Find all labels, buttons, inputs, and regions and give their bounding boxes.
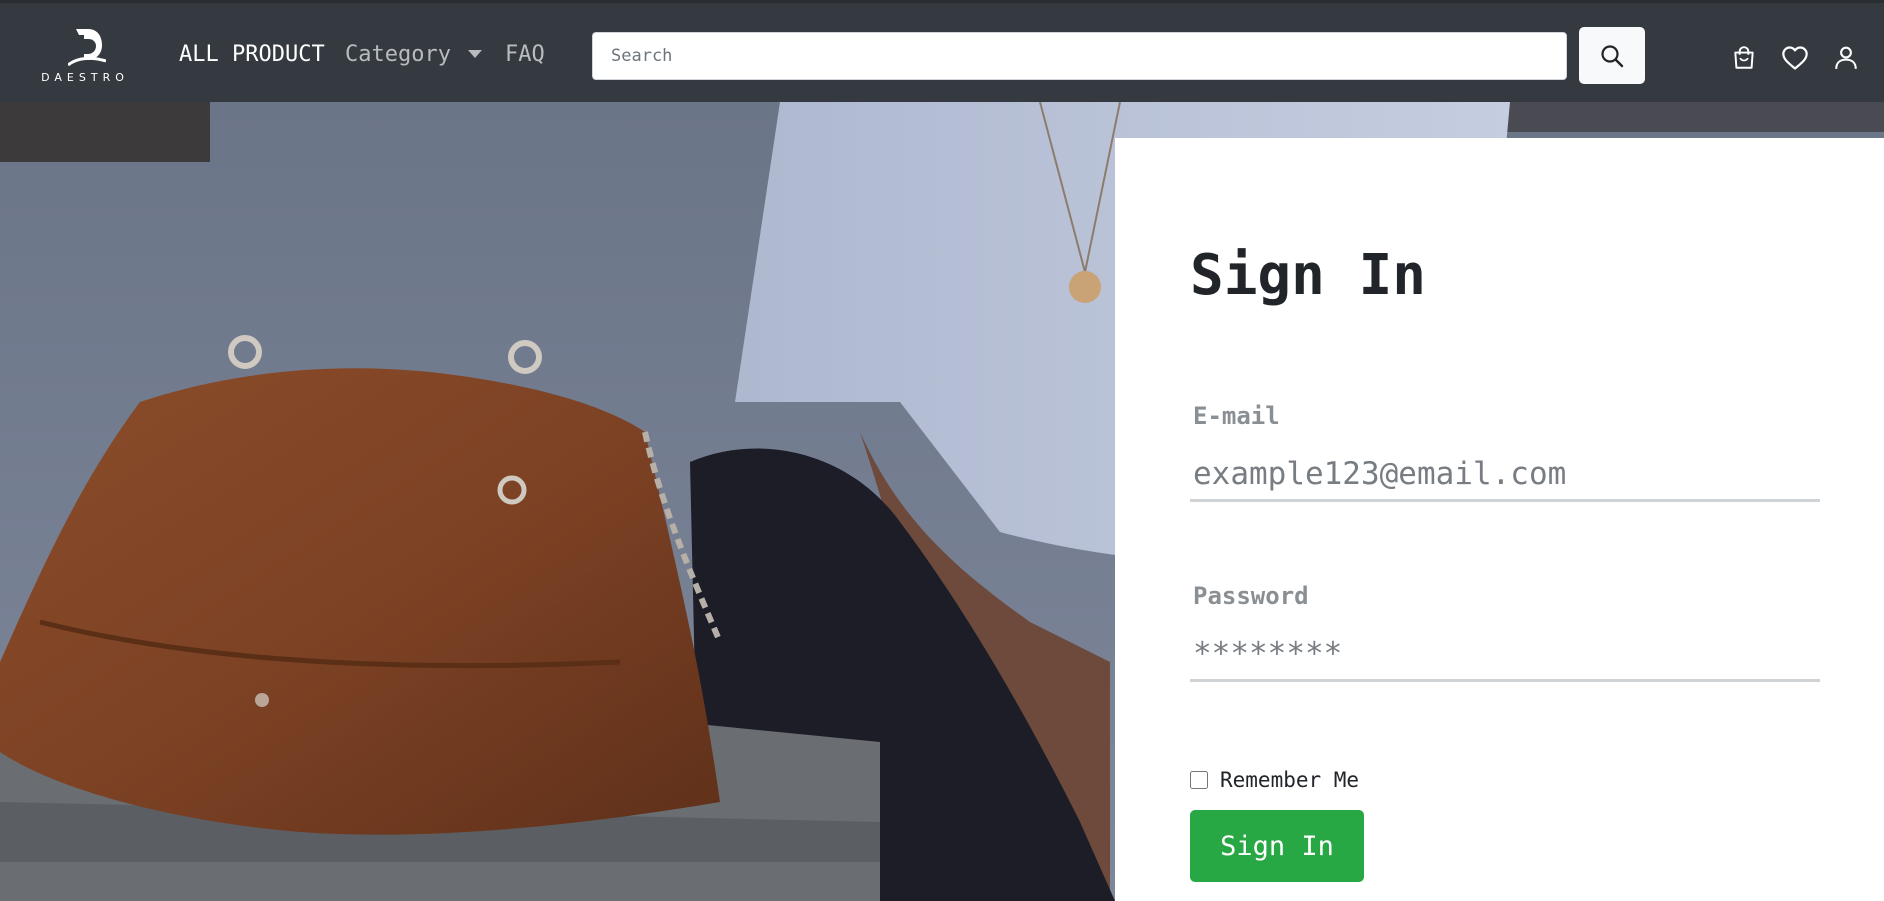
email-label: E-mail (1193, 402, 1280, 430)
navbar: DAESTRO ALL PRODUCT Category FAQ (0, 0, 1884, 102)
search-button[interactable] (1579, 27, 1645, 84)
logo-mark-icon (68, 29, 106, 67)
signin-button[interactable]: Sign In (1190, 810, 1364, 882)
signin-title: Sign In (1190, 243, 1427, 308)
password-field[interactable] (1190, 628, 1820, 682)
nav-category-dropdown[interactable]: Category (345, 41, 451, 69)
cart-icon[interactable] (1730, 44, 1758, 72)
brand-name: DAESTRO (41, 71, 129, 84)
remember-me: Remember Me (1190, 768, 1359, 792)
caret-down-icon[interactable] (468, 50, 482, 58)
nav-faq[interactable]: FAQ (505, 41, 545, 69)
email-field[interactable] (1190, 448, 1820, 502)
user-icon[interactable] (1832, 44, 1860, 72)
password-label: Password (1193, 582, 1309, 610)
search-icon (1601, 44, 1624, 67)
heart-icon[interactable] (1781, 44, 1809, 72)
signin-card: Sign In E-mail Password Remember Me Sign… (1115, 138, 1884, 901)
nav-all-product[interactable]: ALL PRODUCT (179, 41, 325, 69)
remember-me-label: Remember Me (1220, 768, 1360, 792)
remember-me-checkbox[interactable] (1190, 771, 1208, 789)
brand-logo[interactable]: DAESTRO (30, 25, 140, 87)
search-input[interactable] (592, 32, 1567, 80)
